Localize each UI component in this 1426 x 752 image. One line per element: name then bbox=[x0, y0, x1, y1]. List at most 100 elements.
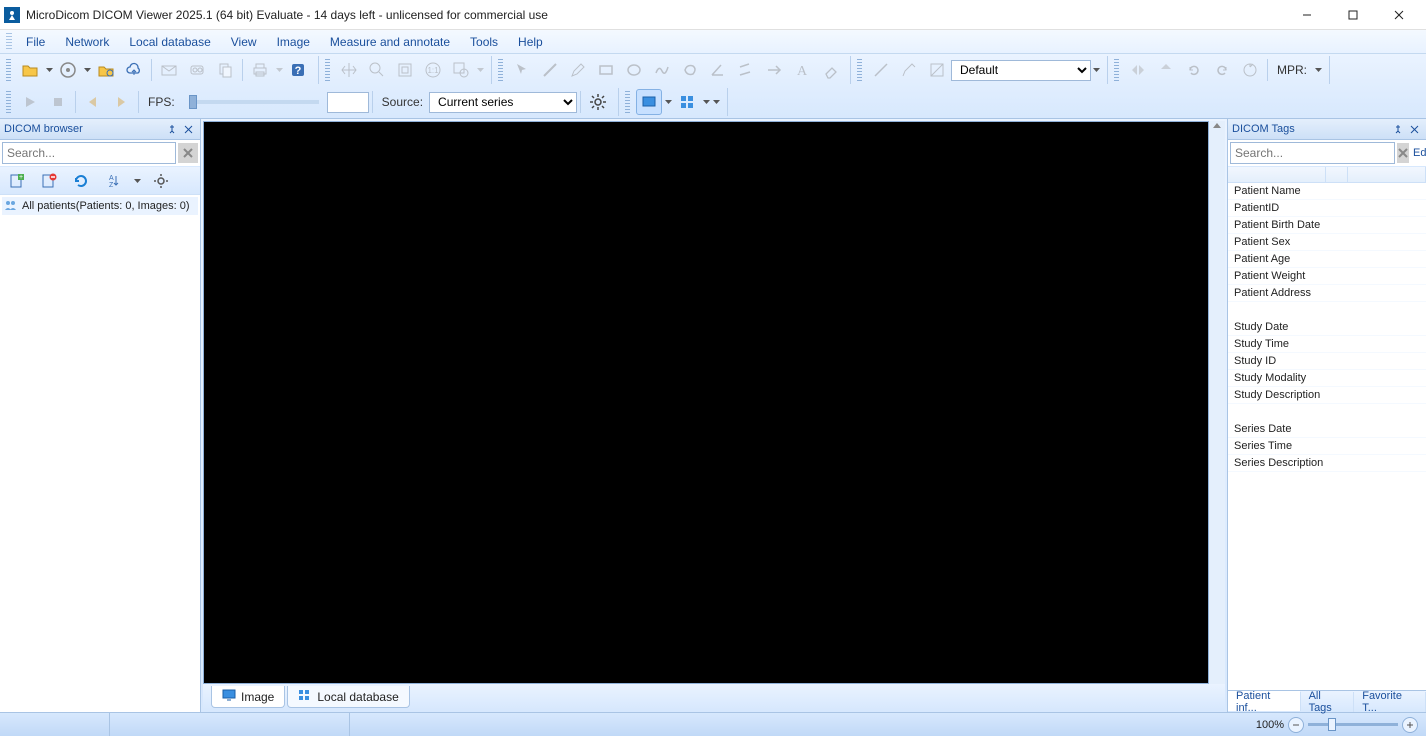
video-button[interactable] bbox=[184, 57, 210, 83]
tag-row[interactable]: Series Date bbox=[1228, 421, 1426, 438]
tag-row[interactable]: Series Time bbox=[1228, 438, 1426, 455]
open-folder-button[interactable] bbox=[17, 57, 43, 83]
prev-button[interactable] bbox=[80, 89, 106, 115]
tag-row[interactable]: Patient Age bbox=[1228, 251, 1426, 268]
panel-close-icon[interactable] bbox=[1406, 121, 1422, 137]
grip[interactable] bbox=[498, 59, 503, 81]
tag-row[interactable]: PatientID bbox=[1228, 200, 1426, 217]
pan-button[interactable] bbox=[336, 57, 362, 83]
grip[interactable] bbox=[625, 91, 630, 113]
pencil-button[interactable] bbox=[565, 57, 591, 83]
zoom-out-button[interactable] bbox=[1288, 717, 1304, 733]
grip[interactable] bbox=[325, 59, 330, 81]
actual-size-button[interactable]: 1:1 bbox=[420, 57, 446, 83]
mpr-dropdown[interactable] bbox=[1313, 68, 1323, 72]
cloud-button[interactable] bbox=[121, 57, 147, 83]
tag-row[interactable]: Series Description bbox=[1228, 455, 1426, 472]
grid-view-dropdown[interactable] bbox=[701, 100, 711, 104]
pin-icon[interactable] bbox=[1390, 121, 1406, 137]
play-button[interactable] bbox=[17, 89, 43, 115]
preset-more-dropdown[interactable] bbox=[1091, 68, 1101, 72]
copy-button[interactable] bbox=[212, 57, 238, 83]
edit-tags-link[interactable]: Edit bbox=[1409, 147, 1426, 159]
tab-all-tags[interactable]: All Tags bbox=[1301, 692, 1355, 712]
add-patient-button[interactable]: + bbox=[5, 169, 29, 193]
single-view-dropdown[interactable] bbox=[663, 100, 673, 104]
next-button[interactable] bbox=[108, 89, 134, 115]
patient-tree[interactable]: All patients(Patients: 0, Images: 0) bbox=[0, 195, 200, 712]
tree-root-item[interactable]: All patients(Patients: 0, Images: 0) bbox=[2, 197, 198, 215]
clear-search-icon[interactable] bbox=[1397, 143, 1409, 163]
cobb-angle-button[interactable] bbox=[733, 57, 759, 83]
viewer-scrollbar[interactable] bbox=[1209, 121, 1225, 684]
tags-list[interactable]: Patient NamePatientIDPatient Birth DateP… bbox=[1228, 183, 1426, 690]
zoom-in-button[interactable] bbox=[1402, 717, 1418, 733]
tab-patient-info[interactable]: Patient inf... bbox=[1228, 691, 1301, 711]
menu-local-database[interactable]: Local database bbox=[119, 32, 220, 52]
browser-settings-button[interactable] bbox=[149, 169, 173, 193]
menubar-grip[interactable] bbox=[6, 33, 12, 51]
fps-value-input[interactable] bbox=[327, 92, 369, 113]
remove-patient-button[interactable] bbox=[37, 169, 61, 193]
image-viewport[interactable] bbox=[203, 121, 1209, 684]
tab-favorite-tags[interactable]: Favorite T... bbox=[1354, 692, 1426, 712]
eraser-button[interactable] bbox=[817, 57, 843, 83]
single-view-button[interactable] bbox=[636, 89, 662, 115]
tags-columns-header[interactable] bbox=[1228, 167, 1426, 183]
menu-tools[interactable]: Tools bbox=[460, 32, 508, 52]
tag-row[interactable]: Study Modality bbox=[1228, 370, 1426, 387]
text-button[interactable]: A bbox=[789, 57, 815, 83]
pin-icon[interactable] bbox=[164, 121, 180, 137]
scroll-up-icon[interactable] bbox=[1212, 121, 1222, 131]
tags-search-input[interactable] bbox=[1230, 142, 1395, 164]
menu-view[interactable]: View bbox=[221, 32, 267, 52]
grip[interactable] bbox=[6, 91, 11, 113]
maximize-button[interactable] bbox=[1330, 0, 1376, 30]
closed-curve-button[interactable] bbox=[677, 57, 703, 83]
flip-v-button[interactable] bbox=[1153, 57, 1179, 83]
refresh-button[interactable] bbox=[69, 169, 93, 193]
email-button[interactable] bbox=[156, 57, 182, 83]
print-button[interactable] bbox=[247, 57, 273, 83]
menu-measure-annotate[interactable]: Measure and annotate bbox=[320, 32, 460, 52]
pointer-button[interactable] bbox=[509, 57, 535, 83]
grip[interactable] bbox=[6, 59, 11, 81]
settings-gear-button[interactable] bbox=[585, 89, 611, 115]
rotate-cw-button[interactable] bbox=[1209, 57, 1235, 83]
tag-row[interactable]: Patient Weight bbox=[1228, 268, 1426, 285]
wl-roi-button[interactable] bbox=[924, 57, 950, 83]
close-button[interactable] bbox=[1376, 0, 1422, 30]
tag-row[interactable]: Patient Sex bbox=[1228, 234, 1426, 251]
wl-button[interactable] bbox=[868, 57, 894, 83]
tag-row[interactable]: Study Time bbox=[1228, 336, 1426, 353]
menu-file[interactable]: File bbox=[16, 32, 55, 52]
zoom-dropdown[interactable] bbox=[475, 68, 485, 72]
menu-image[interactable]: Image bbox=[267, 32, 320, 52]
tag-row[interactable]: Study Description bbox=[1228, 387, 1426, 404]
grip[interactable] bbox=[857, 59, 862, 81]
browser-search-input[interactable] bbox=[2, 142, 176, 164]
reset-transform-button[interactable] bbox=[1237, 57, 1263, 83]
open-folder-dropdown[interactable] bbox=[44, 68, 54, 72]
tag-row[interactable]: Study Date bbox=[1228, 319, 1426, 336]
ellipse-button[interactable] bbox=[621, 57, 647, 83]
fps-slider[interactable] bbox=[189, 100, 319, 104]
print-dropdown[interactable] bbox=[274, 68, 284, 72]
angle-button[interactable] bbox=[705, 57, 731, 83]
tag-row[interactable]: Patient Name bbox=[1228, 183, 1426, 200]
fit-button[interactable] bbox=[392, 57, 418, 83]
sort-button[interactable]: AZ bbox=[101, 169, 125, 193]
open-cd-dropdown[interactable] bbox=[82, 68, 92, 72]
sort-dropdown[interactable] bbox=[132, 179, 142, 183]
arrow-button[interactable] bbox=[761, 57, 787, 83]
open-cd-button[interactable] bbox=[55, 57, 81, 83]
clear-search-icon[interactable] bbox=[178, 143, 198, 163]
zoom-slider[interactable] bbox=[1308, 723, 1398, 726]
rectangle-button[interactable] bbox=[593, 57, 619, 83]
menu-network[interactable]: Network bbox=[55, 32, 119, 52]
zoom-button[interactable] bbox=[364, 57, 390, 83]
polyline-button[interactable] bbox=[649, 57, 675, 83]
help-button[interactable]: ? bbox=[285, 57, 311, 83]
source-select[interactable]: Current series bbox=[429, 92, 577, 113]
line-button[interactable] bbox=[537, 57, 563, 83]
